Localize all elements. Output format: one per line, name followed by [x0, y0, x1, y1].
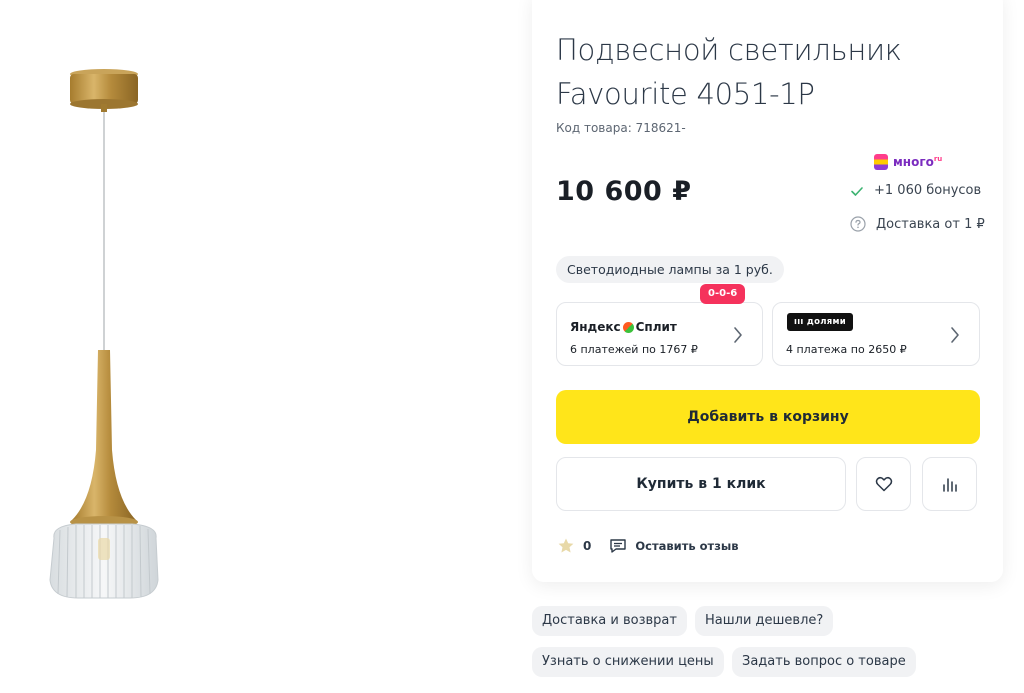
delivery-return-chip[interactable]: Доставка и возврат	[532, 606, 687, 636]
mnogo-icon	[874, 154, 888, 170]
promo-chip[interactable]: Светодиодные лампы за 1 руб.	[556, 256, 784, 283]
delivery-info[interactable]: Доставка от 1 ₽	[850, 216, 985, 232]
add-to-cart-button[interactable]: Добавить в корзину	[556, 390, 980, 444]
comment-icon	[610, 539, 627, 553]
rating-block: 0 Оставить отзыв	[557, 537, 739, 555]
compare-bars-icon	[942, 478, 957, 492]
price-drop-chip[interactable]: Узнать о снижении цены	[532, 647, 724, 677]
dolyami-installment-text: 4 платежа по 2650 ₽	[786, 343, 907, 356]
question-circle-icon[interactable]	[850, 216, 866, 232]
yandex-split-logo: Яндекс Сплит	[570, 320, 677, 334]
leave-review-link[interactable]: Оставить отзыв	[609, 538, 739, 554]
check-icon	[851, 186, 863, 196]
chevron-right-icon	[734, 327, 742, 343]
product-photo[interactable]	[40, 60, 180, 610]
mnogo-brand: много	[893, 155, 934, 169]
dolyami-logo: ııı долями	[787, 313, 853, 331]
dolyami-option[interactable]: ııı долями 4 платежа по 2650 ₽	[772, 302, 980, 366]
dolyami-bars-icon: ııı	[794, 317, 807, 327]
product-sku: Код товара: 718621-	[556, 121, 686, 135]
bonus-text: +1 060 бонусов	[874, 183, 982, 198]
mnogo-loyalty-logo: многоru	[874, 154, 942, 170]
mnogo-suffix: ru	[933, 155, 943, 163]
yandex-split-option[interactable]: Яндекс Сплит 6 платежей по 1767 ₽	[556, 302, 763, 366]
split-installment-text: 6 платежей по 1767 ₽	[570, 343, 698, 356]
product-page: Подвесной светильник Favourite 4051-1P К…	[0, 0, 1024, 693]
product-card: Подвесной светильник Favourite 4051-1P К…	[532, 0, 1003, 582]
favorite-button[interactable]	[856, 457, 911, 511]
leave-review-label: Оставить отзыв	[635, 539, 739, 553]
split-dot-icon	[622, 321, 634, 333]
product-price: 10 600 ₽	[556, 176, 692, 207]
found-cheaper-chip[interactable]: Нашли дешевле?	[695, 606, 834, 636]
chevron-right-icon	[951, 327, 959, 343]
ask-question-chip[interactable]: Задать вопрос о товаре	[732, 647, 916, 677]
product-title: Подвесной светильник Favourite 4051-1P	[556, 33, 902, 111]
buy-one-click-button[interactable]: Купить в 1 клик	[556, 457, 846, 511]
rating-count: 0	[583, 539, 592, 553]
split-badge: 0-0-6	[700, 284, 746, 304]
delivery-text: Доставка от 1 ₽	[876, 216, 985, 232]
bonus-info: +1 060 бонусов	[850, 183, 981, 198]
heart-icon	[875, 476, 892, 492]
star-icon	[558, 538, 574, 553]
compare-button[interactable]	[922, 457, 977, 511]
